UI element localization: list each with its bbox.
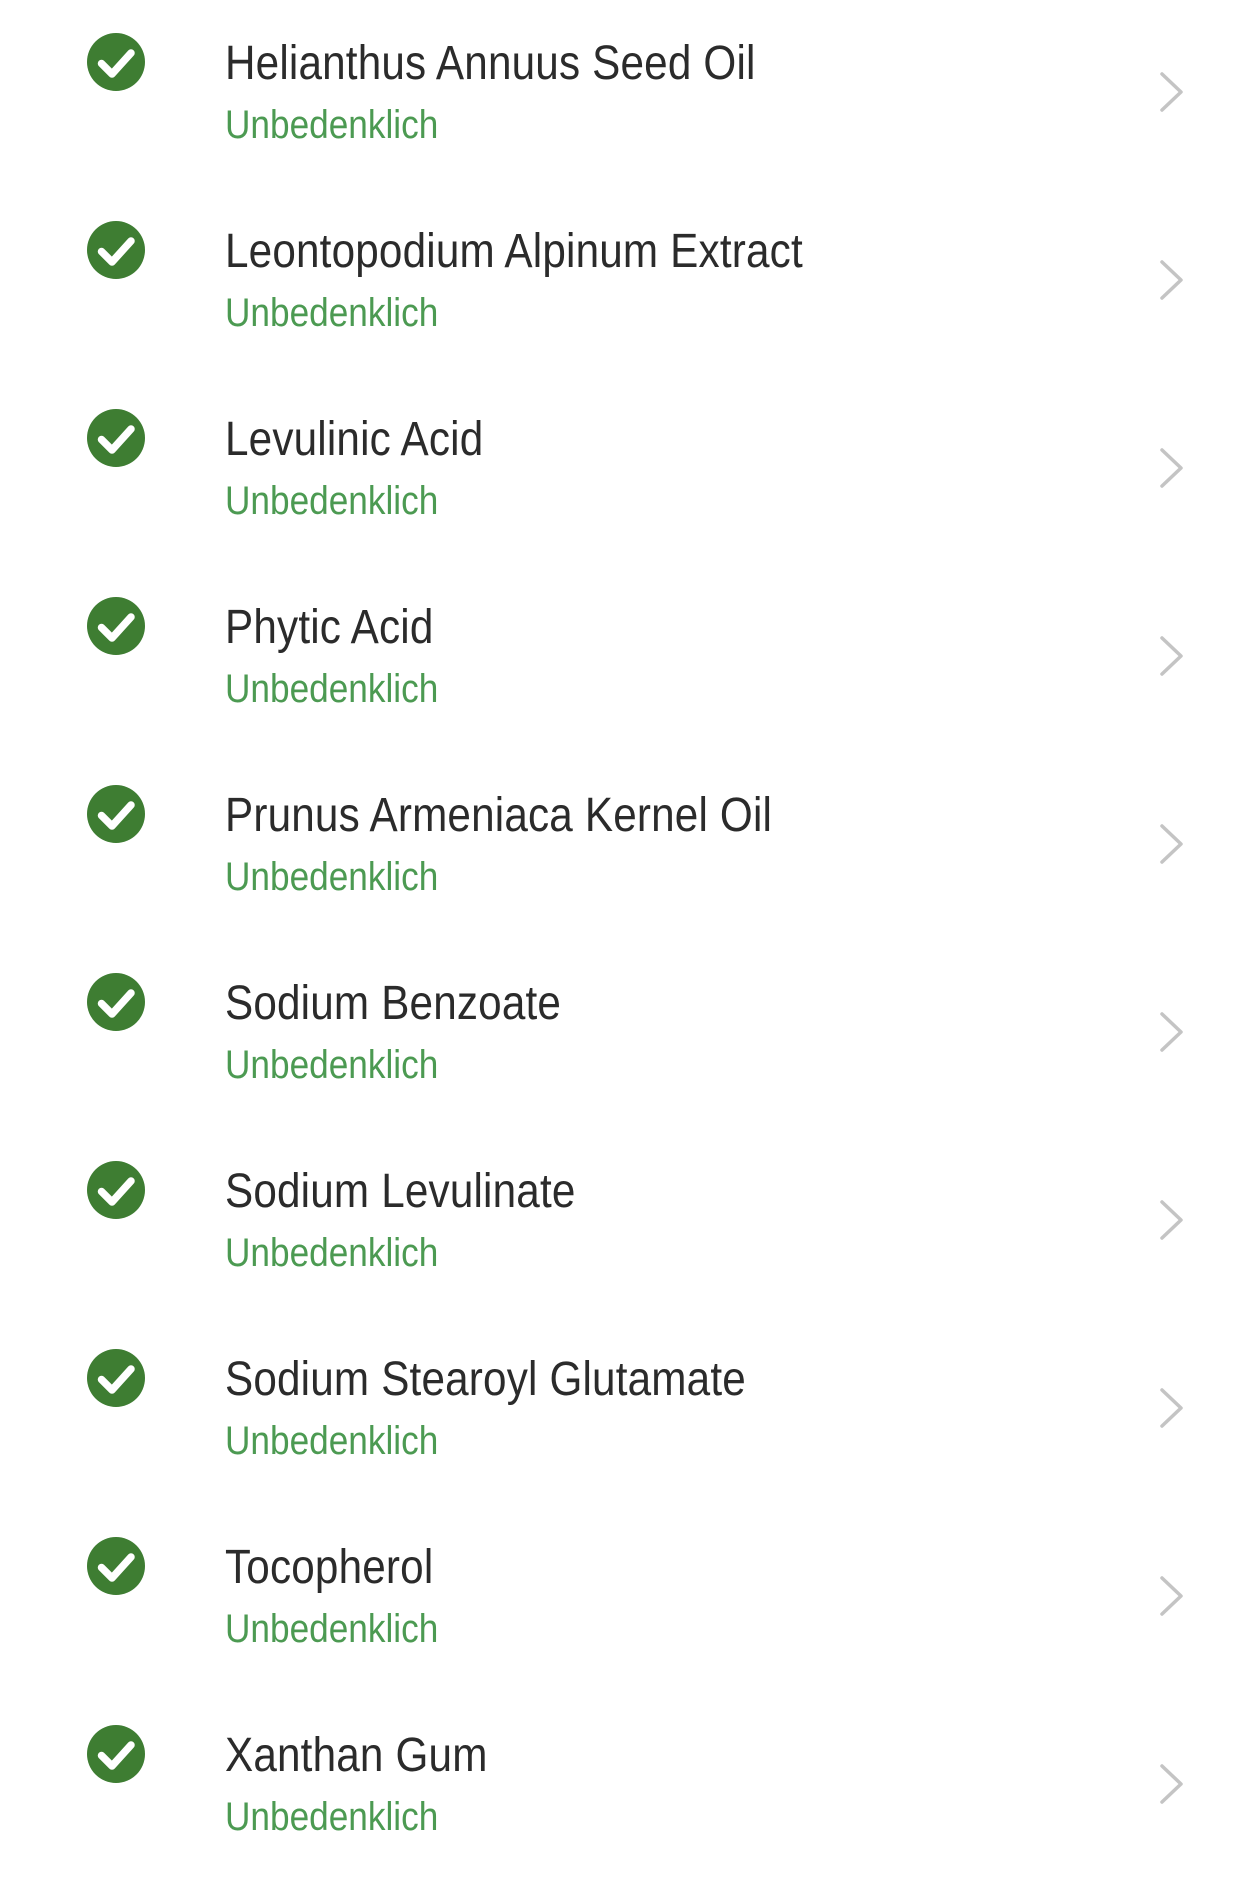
check-circle-icon xyxy=(87,597,145,655)
check-circle-icon xyxy=(87,409,145,467)
ingredient-status: Unbedenklich xyxy=(225,103,439,147)
ingredient-status: Unbedenklich xyxy=(225,479,439,523)
ingredient-name: Levulinic Acid xyxy=(225,413,484,466)
ingredient-name: Tocopherol xyxy=(225,1541,434,1594)
ingredient-name: Sodium Levulinate xyxy=(225,1165,576,1218)
ingredient-name: Helianthus Annuus Seed Oil xyxy=(225,37,756,90)
chevron-right-icon xyxy=(1158,1762,1186,1806)
chevron-right-icon xyxy=(1158,1574,1186,1618)
ingredient-status: Unbedenklich xyxy=(225,1607,439,1651)
ingredient-name: Sodium Stearoyl Glutamate xyxy=(225,1353,746,1406)
ingredient-status: Unbedenklich xyxy=(225,667,439,711)
ingredient-row[interactable]: Helianthus Annuus Seed Oil Unbedenklich xyxy=(0,0,1242,188)
ingredient-list: Helianthus Annuus Seed Oil Unbedenklich … xyxy=(0,0,1242,1880)
ingredient-status: Unbedenklich xyxy=(225,855,439,899)
check-circle-icon xyxy=(87,33,145,91)
chevron-right-icon xyxy=(1158,258,1186,302)
ingredient-name: Prunus Armeniaca Kernel Oil xyxy=(225,789,773,842)
ingredient-status: Unbedenklich xyxy=(225,1231,439,1275)
check-circle-icon xyxy=(87,221,145,279)
ingredient-row[interactable]: Phytic Acid Unbedenklich xyxy=(0,564,1242,752)
check-circle-icon xyxy=(87,973,145,1031)
chevron-right-icon xyxy=(1158,446,1186,490)
ingredient-status: Unbedenklich xyxy=(225,1043,439,1087)
chevron-right-icon xyxy=(1158,634,1186,678)
chevron-right-icon xyxy=(1158,822,1186,866)
ingredient-row[interactable]: Xanthan Gum Unbedenklich xyxy=(0,1692,1242,1880)
ingredient-row[interactable]: Tocopherol Unbedenklich xyxy=(0,1504,1242,1692)
ingredient-row[interactable]: Sodium Stearoyl Glutamate Unbedenklich xyxy=(0,1316,1242,1504)
ingredient-row[interactable]: Levulinic Acid Unbedenklich xyxy=(0,376,1242,564)
check-circle-icon xyxy=(87,1537,145,1595)
ingredient-row[interactable]: Prunus Armeniaca Kernel Oil Unbedenklich xyxy=(0,752,1242,940)
check-circle-icon xyxy=(87,1349,145,1407)
ingredient-name: Phytic Acid xyxy=(225,601,434,654)
chevron-right-icon xyxy=(1158,1010,1186,1054)
ingredient-status: Unbedenklich xyxy=(225,1795,439,1839)
ingredient-name: Leontopodium Alpinum Extract xyxy=(225,225,803,278)
chevron-right-icon xyxy=(1158,1386,1186,1430)
ingredient-row[interactable]: Sodium Levulinate Unbedenklich xyxy=(0,1128,1242,1316)
ingredient-name: Sodium Benzoate xyxy=(225,977,562,1030)
check-circle-icon xyxy=(87,1161,145,1219)
chevron-right-icon xyxy=(1158,1198,1186,1242)
chevron-right-icon xyxy=(1158,70,1186,114)
ingredient-name: Xanthan Gum xyxy=(225,1729,488,1782)
check-circle-icon xyxy=(87,1725,145,1783)
check-circle-icon xyxy=(87,785,145,843)
ingredient-status: Unbedenklich xyxy=(225,291,439,335)
ingredient-row[interactable]: Leontopodium Alpinum Extract Unbedenklic… xyxy=(0,188,1242,376)
ingredient-status: Unbedenklich xyxy=(225,1419,439,1463)
ingredient-row[interactable]: Sodium Benzoate Unbedenklich xyxy=(0,940,1242,1128)
